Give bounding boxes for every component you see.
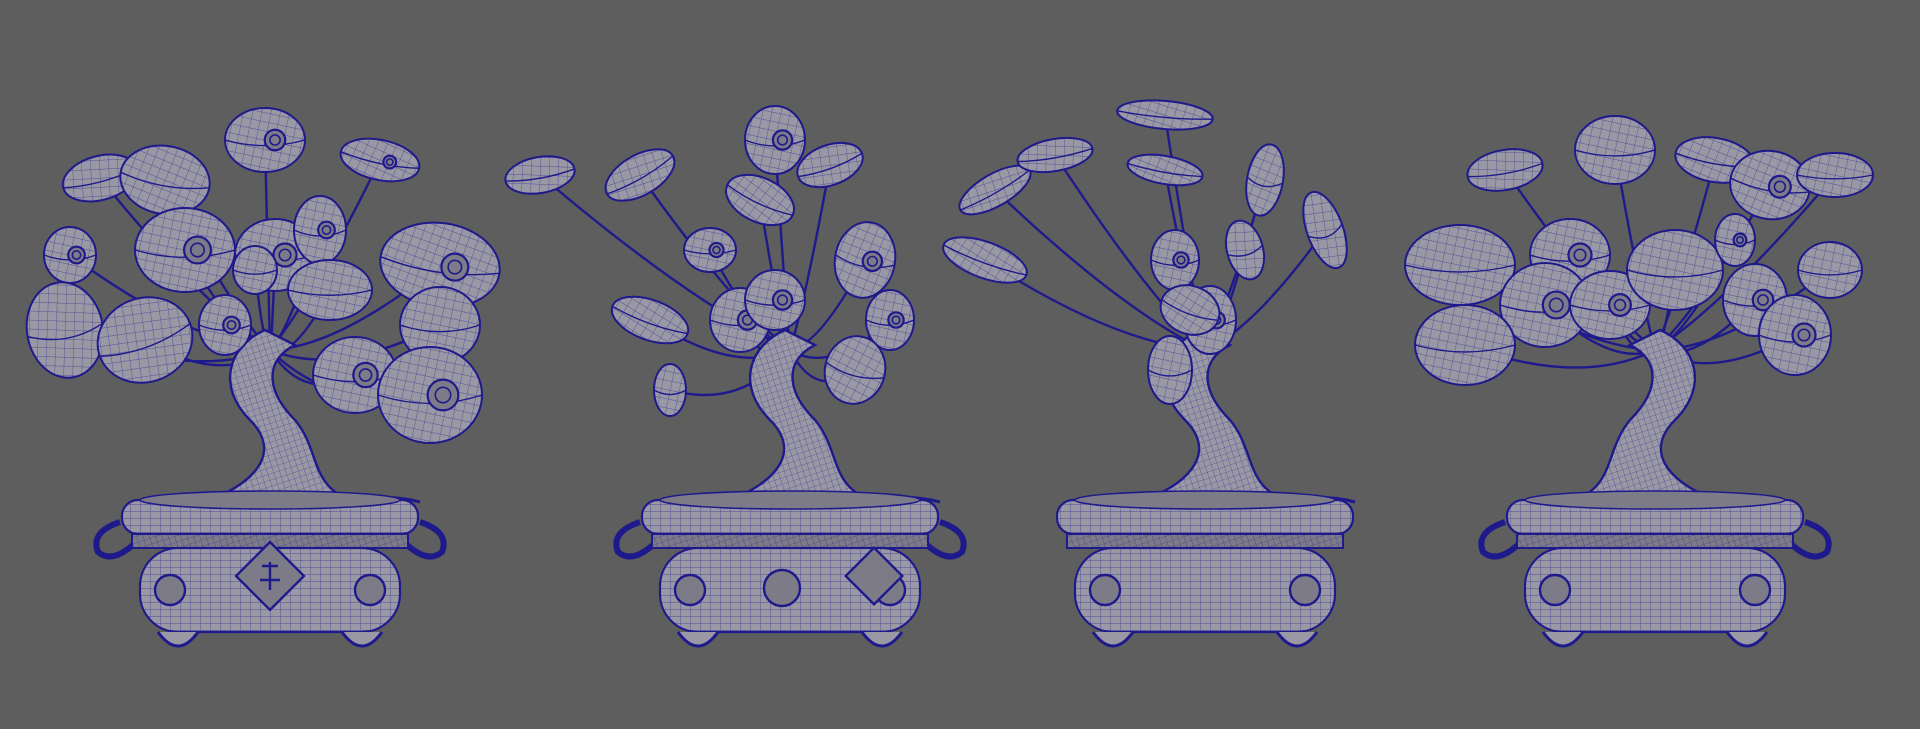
leaf-medallion bbox=[887, 311, 905, 329]
leaf bbox=[1797, 241, 1863, 299]
soil bbox=[1524, 490, 1786, 510]
leaf-medallion bbox=[1732, 232, 1748, 248]
pot-medallion bbox=[1088, 573, 1122, 607]
soil bbox=[139, 490, 401, 510]
leaf bbox=[377, 346, 483, 444]
leaf-medallion bbox=[222, 315, 241, 335]
pot-foot bbox=[1091, 631, 1135, 648]
pot-medallion bbox=[153, 573, 187, 607]
leaf-medallion bbox=[771, 129, 794, 151]
leaf bbox=[1574, 115, 1656, 185]
leaf bbox=[744, 269, 806, 331]
leaf bbox=[1147, 335, 1193, 405]
leaf-medallion bbox=[182, 235, 213, 265]
soil bbox=[659, 490, 921, 510]
pot-foot bbox=[1275, 631, 1319, 648]
leaf-medallion bbox=[352, 361, 379, 389]
leaf-medallion bbox=[1541, 290, 1571, 320]
leaf-medallion bbox=[263, 128, 287, 152]
leaf bbox=[1116, 99, 1214, 131]
leaf-medallion bbox=[1172, 251, 1190, 269]
pot bbox=[1055, 490, 1355, 648]
bonsai-view-back bbox=[1404, 115, 1874, 648]
leaf-medallion bbox=[1567, 242, 1593, 268]
leaf bbox=[1714, 213, 1756, 267]
leaf bbox=[1224, 219, 1266, 281]
leaf-medallion bbox=[426, 378, 460, 412]
pot-foot bbox=[676, 631, 720, 648]
leaf bbox=[96, 296, 194, 384]
leaf bbox=[1302, 190, 1348, 270]
leaf-medallion bbox=[1791, 322, 1817, 348]
leaf bbox=[744, 105, 806, 175]
pot bbox=[93, 490, 447, 648]
leaf bbox=[1245, 143, 1285, 217]
pot bbox=[613, 490, 967, 648]
leaf bbox=[198, 294, 252, 356]
leaf bbox=[604, 148, 676, 202]
leaf bbox=[232, 245, 278, 295]
leaf bbox=[942, 236, 1028, 284]
leaf bbox=[43, 226, 97, 284]
leaf bbox=[1466, 148, 1544, 192]
leaf bbox=[287, 259, 373, 321]
leaf bbox=[1796, 152, 1874, 198]
pot-medallion bbox=[1738, 573, 1772, 607]
leaf bbox=[25, 281, 105, 379]
leaf bbox=[1404, 224, 1516, 306]
leaf bbox=[610, 295, 690, 345]
pot-foot bbox=[860, 631, 904, 648]
pot bbox=[1478, 490, 1832, 648]
leaf-medallion bbox=[771, 289, 794, 311]
soil bbox=[1074, 490, 1336, 510]
viewport-3d-wireframe[interactable] bbox=[0, 0, 1920, 729]
pot-medallion bbox=[673, 573, 707, 607]
leaf bbox=[339, 137, 421, 183]
leaf-medallion bbox=[67, 245, 86, 265]
leaf bbox=[653, 363, 687, 417]
leaf bbox=[1150, 229, 1200, 291]
pot-medallion bbox=[353, 573, 387, 607]
leaf-medallion bbox=[708, 241, 725, 259]
leaf-medallion bbox=[317, 220, 336, 240]
bonsai-view-front bbox=[25, 107, 501, 648]
leaf bbox=[1758, 294, 1832, 376]
leaf-medallion bbox=[1608, 293, 1632, 317]
leaf bbox=[134, 207, 236, 293]
leaf bbox=[1414, 304, 1516, 386]
leaf bbox=[1016, 136, 1094, 174]
bonsai-view-side bbox=[942, 99, 1356, 648]
leaf bbox=[293, 195, 347, 265]
pot-medallion bbox=[1538, 573, 1572, 607]
pot-foot bbox=[1725, 631, 1769, 648]
bonsai-view-three-quarter-left bbox=[504, 105, 967, 648]
leaf bbox=[725, 173, 795, 227]
pot-medallion bbox=[762, 568, 802, 608]
pot-foot bbox=[1541, 631, 1585, 648]
pot-foot bbox=[156, 631, 200, 648]
wireframe-render bbox=[25, 99, 1874, 648]
leaf bbox=[683, 227, 737, 273]
pot-medallion bbox=[1288, 573, 1322, 607]
pot-foot bbox=[340, 631, 384, 648]
leaf bbox=[1126, 153, 1204, 187]
leaf bbox=[224, 107, 306, 173]
leaf bbox=[1626, 229, 1724, 311]
leaf bbox=[504, 155, 576, 195]
